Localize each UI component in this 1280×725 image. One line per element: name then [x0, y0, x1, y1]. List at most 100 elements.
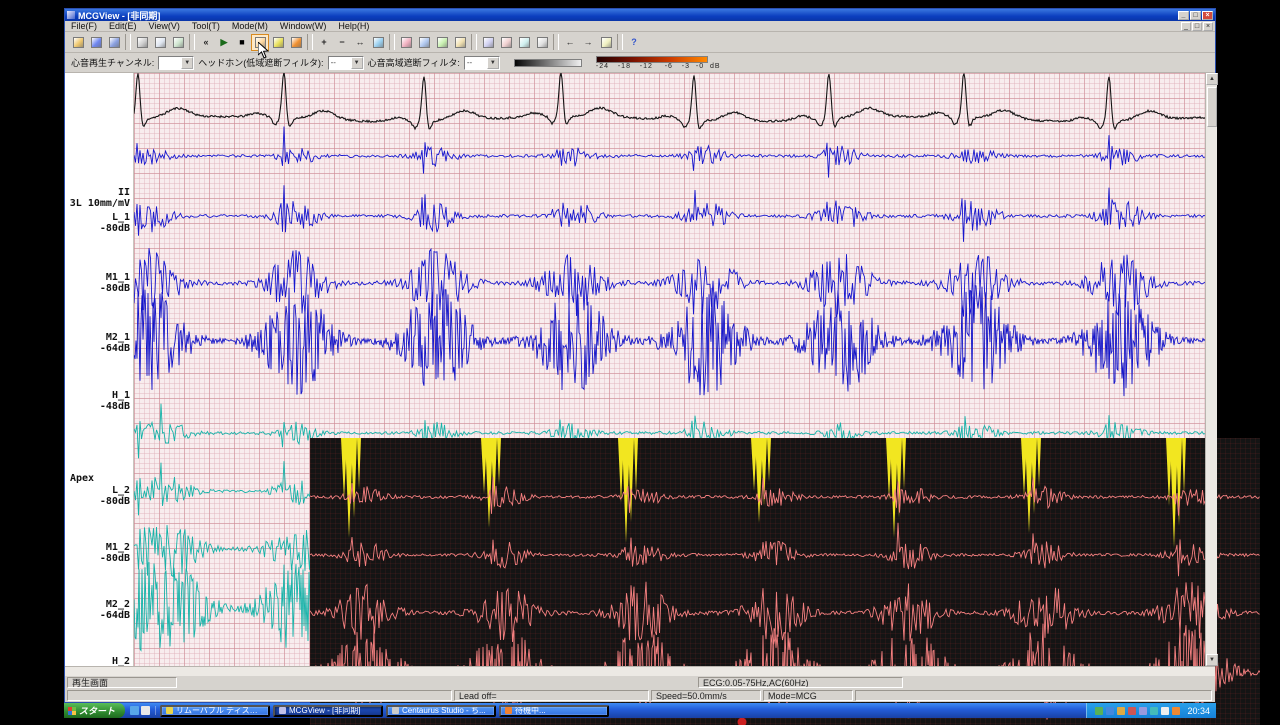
rewind-button[interactable]: «: [197, 34, 215, 51]
scroll-down-button[interactable]: ▼: [1206, 654, 1218, 666]
copy-icon: [155, 37, 166, 48]
audio-field-combo-1[interactable]: ▼: [158, 56, 194, 70]
prev-page-icon: ←: [565, 37, 576, 48]
tray-icon-8[interactable]: [1172, 707, 1180, 715]
mdi-close-button[interactable]: ×: [1203, 22, 1213, 31]
task-icon: [392, 707, 399, 714]
menu-item-tool[interactable]: Tool(T): [186, 21, 226, 32]
channel-label-h_1: H_1-48dB: [100, 390, 130, 412]
measure-icon: [373, 37, 384, 48]
channels-button[interactable]: [479, 34, 497, 51]
zoom-in-button[interactable]: +: [315, 34, 333, 51]
app-icon: [67, 11, 75, 19]
open-button[interactable]: [69, 34, 87, 51]
level-meter-gradient: [596, 56, 708, 63]
settings-button[interactable]: [533, 34, 551, 51]
quick-launch-browser-icon[interactable]: [130, 706, 139, 715]
filter-icon: [519, 37, 530, 48]
copy-button[interactable]: [151, 34, 169, 51]
chevron-down-icon[interactable]: ▼: [351, 57, 363, 69]
play-icon: ▶: [219, 37, 230, 48]
tray-icon-4[interactable]: [1128, 707, 1136, 715]
wave-mode-button[interactable]: [415, 34, 433, 51]
menu-item-window[interactable]: Window(W): [274, 21, 333, 32]
measure-button[interactable]: [369, 34, 387, 51]
playback-energy-spike: [497, 438, 501, 485]
waveform-plot-area[interactable]: [134, 73, 1205, 666]
report-button[interactable]: [597, 34, 615, 51]
overlay-view-button[interactable]: [451, 34, 469, 51]
vertical-scrollbar[interactable]: ▲ ▼: [1205, 73, 1217, 666]
task-button-4[interactable]: 待機中...: [499, 705, 609, 717]
start-label: スタート: [79, 704, 115, 717]
task-button-2[interactable]: MCGView - [非同期]: [273, 705, 383, 717]
trace-M1_2-play: [310, 523, 1260, 576]
stop-button[interactable]: ■: [233, 34, 251, 51]
play-button[interactable]: ▶: [215, 34, 233, 51]
mdi-restore-button[interactable]: □: [1192, 22, 1202, 31]
select-button[interactable]: [251, 34, 269, 51]
audio-field-label-3: 心音高域遮断フィルタ:: [368, 56, 460, 69]
tray-icon-3[interactable]: [1117, 707, 1125, 715]
tray-icon-7[interactable]: [1161, 707, 1169, 715]
audio-field-label-2: ヘッドホン(低域遮断フィルタ):: [198, 56, 323, 69]
fit-width-button[interactable]: ↔: [351, 34, 369, 51]
menu-item-view[interactable]: View(V): [143, 21, 186, 32]
grid-button[interactable]: [397, 34, 415, 51]
menu-item-file[interactable]: File(F): [65, 21, 103, 32]
task-button-3[interactable]: Centaurus Studio - ち...: [386, 705, 496, 717]
close-button[interactable]: ×: [1202, 11, 1213, 20]
trace-H_1: [134, 286, 1205, 397]
report-icon: [601, 37, 612, 48]
print-button[interactable]: [133, 34, 151, 51]
save-all-button[interactable]: [105, 34, 123, 51]
zoom-out-button[interactable]: −: [333, 34, 351, 51]
menu-item-mode[interactable]: Mode(M): [226, 21, 274, 32]
status-bar-top: 再生画面 ECG:0.05-75Hz,AC(60Hz): [65, 676, 1215, 689]
filter-button[interactable]: [515, 34, 533, 51]
menu-item-help[interactable]: Help(H): [332, 21, 375, 32]
audio-field-combo-3[interactable]: --▼: [464, 56, 500, 70]
title-bar[interactable]: MCGView - [非同期] _ □ ×: [65, 9, 1215, 21]
tray-icon-5[interactable]: [1139, 707, 1147, 715]
chevron-down-icon[interactable]: ▼: [181, 57, 193, 69]
task-label: リムーバブル ディスク (F:): [176, 705, 264, 716]
annotate-button[interactable]: [497, 34, 515, 51]
audio-field-combo-2[interactable]: --▼: [328, 56, 364, 70]
task-button-1[interactable]: リムーバブル ディスク (F:): [160, 705, 270, 717]
maximize-button[interactable]: □: [1190, 11, 1201, 20]
quick-launch-bar: [125, 706, 156, 715]
mdi-controls: _ □ ×: [1180, 22, 1215, 31]
channel-label-l_1: L_1-80dB: [100, 212, 130, 234]
level-meter-block: -24 -18 -12 -6 -3 -0 dB: [596, 56, 721, 70]
wave-mode-icon: [419, 37, 430, 48]
mdi-minimize-button[interactable]: _: [1181, 22, 1191, 31]
playback-energy-spike: [902, 438, 906, 490]
playback-energy-spike: [357, 438, 361, 490]
help-button[interactable]: ?: [625, 34, 643, 51]
tray-icon-1[interactable]: [1095, 707, 1103, 715]
horizontal-scrollbar[interactable]: [65, 666, 1215, 676]
toolbar-separator: [125, 34, 131, 50]
scroll-up-button[interactable]: ▲: [1206, 73, 1218, 85]
marker-button[interactable]: [287, 34, 305, 51]
audio-field-value-2: --: [329, 58, 351, 67]
prev-page-button[interactable]: ←: [561, 34, 579, 51]
toolbar-separator: [307, 34, 313, 50]
vertical-scroll-thumb[interactable]: [1207, 87, 1217, 127]
tray-icon-2[interactable]: [1106, 707, 1114, 715]
playback-position-dot: [738, 718, 747, 725]
chevron-down-icon[interactable]: ▼: [487, 57, 499, 69]
export-button[interactable]: [169, 34, 187, 51]
next-page-button[interactable]: →: [579, 34, 597, 51]
speaker-button[interactable]: [269, 34, 287, 51]
spectrum-button[interactable]: [433, 34, 451, 51]
taskbar-clock: 20:34: [1187, 706, 1210, 716]
tray-icon-6[interactable]: [1150, 707, 1158, 715]
quick-launch-desktop-icon[interactable]: [141, 706, 150, 715]
save-button[interactable]: [87, 34, 105, 51]
minimize-button[interactable]: _: [1178, 11, 1189, 20]
task-button-area: リムーバブル ディスク (F:) MCGView - [非同期]Centaurus…: [156, 705, 1086, 717]
menu-item-edit[interactable]: Edit(E): [103, 21, 143, 32]
start-button[interactable]: スタート: [64, 703, 125, 718]
